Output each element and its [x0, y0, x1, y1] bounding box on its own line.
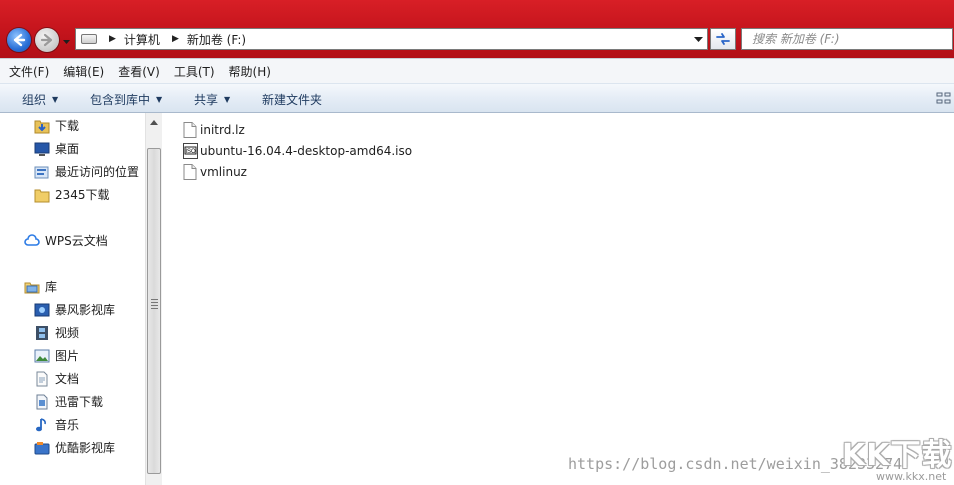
breadcrumb-separator-icon[interactable]: ▶ — [109, 34, 116, 44]
nav-label: 下载 — [55, 119, 80, 133]
menu-tools[interactable]: 工具(T) — [169, 63, 220, 80]
chevron-down-icon: ▼ — [156, 95, 163, 104]
file-icon — [183, 164, 197, 180]
refresh-button[interactable] — [710, 28, 736, 50]
nav-item-videos[interactable]: 视频 — [34, 322, 79, 343]
include-in-library-button[interactable]: 包含到库中 ▼ — [90, 91, 162, 108]
title-bar: ▶ 计算机 ▶ 新加卷 (F:) — [0, 0, 954, 58]
menu-bar: 文件(F) 编辑(E) 查看(V) 工具(T) 帮助(H) — [0, 58, 954, 83]
chevron-down-icon: ▼ — [52, 95, 59, 104]
nav-label: WPS云文档 — [45, 234, 108, 248]
nav-item-desktop[interactable]: 桌面 — [34, 138, 79, 159]
nav-item-libraries[interactable]: 库 — [24, 276, 57, 297]
file-icon — [183, 122, 197, 138]
nav-item-documents[interactable]: 文档 — [34, 368, 79, 389]
logo-text: KK下载 — [842, 438, 953, 473]
nav-label: 迅雷下载 — [55, 395, 104, 409]
file-name: ubuntu-16.04.4-desktop-amd64.iso — [200, 144, 413, 158]
share-label: 共享 — [194, 93, 219, 107]
recent-places-icon — [34, 164, 50, 180]
nav-item-wps-cloud[interactable]: WPS云文档 — [24, 230, 108, 251]
film-icon — [34, 325, 50, 341]
menu-help[interactable]: 帮助(H) — [224, 63, 276, 80]
breadcrumb-separator-icon[interactable]: ▶ — [172, 34, 179, 44]
nav-item-downloads[interactable]: 下载 — [34, 115, 79, 136]
xunlei-library-icon — [34, 394, 50, 410]
file-item-initrd[interactable]: initrd.lz — [183, 120, 245, 140]
forward-button[interactable] — [35, 28, 59, 52]
chevron-down-icon: ▼ — [224, 95, 231, 104]
nav-label: 库 — [45, 280, 58, 294]
new-folder-button[interactable]: 新建文件夹 — [262, 91, 322, 108]
include-in-library-label: 包含到库中 — [90, 93, 151, 107]
file-item-vmlinuz[interactable]: vmlinuz — [183, 162, 247, 182]
kk-download-logo: KK下载 www.kkx.net — [842, 430, 954, 485]
libraries-icon — [24, 279, 40, 295]
nav-label: 音乐 — [55, 418, 80, 432]
file-list: initrd.lz ISO ubuntu-16.04.4-desktop-amd… — [163, 113, 954, 485]
nav-item-recent-places[interactable]: 最近访问的位置 — [34, 161, 139, 182]
menu-view[interactable]: 查看(V) — [113, 63, 165, 80]
breadcrumb-drive[interactable]: 新加卷 (F:) — [187, 31, 246, 48]
share-button[interactable]: 共享 ▼ — [194, 91, 230, 108]
nav-item-pictures[interactable]: 图片 — [34, 345, 79, 366]
nav-item-2345-downloads[interactable]: 2345下载 — [34, 184, 110, 205]
nav-label: 2345下载 — [55, 188, 110, 202]
address-bar[interactable]: ▶ 计算机 ▶ 新加卷 (F:) — [75, 28, 708, 50]
organize-label: 组织 — [22, 93, 47, 107]
file-item-ubuntu-iso[interactable]: ISO ubuntu-16.04.4-desktop-amd64.iso — [183, 141, 412, 161]
nav-scrollbar[interactable] — [145, 113, 162, 485]
scroll-up-arrow-icon[interactable] — [150, 119, 158, 125]
cloud-icon — [24, 233, 40, 249]
svg-text:ISO: ISO — [185, 149, 196, 155]
youku-library-icon — [34, 440, 50, 456]
video-library-icon — [34, 302, 50, 318]
picture-icon — [34, 348, 50, 364]
organize-button[interactable]: 组织 ▼ — [22, 91, 58, 108]
folder-icon — [34, 187, 50, 203]
change-view-icon[interactable] — [936, 92, 952, 106]
downloads-folder-icon — [34, 118, 50, 134]
nav-label: 图片 — [55, 349, 80, 363]
navigation-pane: 下载 桌面 最近访问的位置 2345下载 WPS云文档 库 暴风影视库 视频 图… — [0, 113, 145, 485]
music-note-icon — [34, 417, 50, 433]
file-name: vmlinuz — [200, 165, 247, 179]
address-dropdown-icon[interactable] — [694, 36, 703, 43]
document-icon — [34, 371, 50, 387]
nav-item-xunlei-downloads[interactable]: 迅雷下载 — [34, 391, 103, 412]
back-button[interactable] — [7, 28, 31, 52]
drive-icon — [81, 34, 97, 44]
nav-label: 优酷影视库 — [55, 441, 116, 455]
search-input[interactable] — [742, 29, 942, 49]
arrow-left-icon — [13, 33, 26, 47]
nav-label: 视频 — [55, 326, 80, 340]
arrow-right-icon — [40, 33, 53, 47]
breadcrumb-computer[interactable]: 计算机 — [124, 31, 160, 48]
nav-label: 最近访问的位置 — [55, 165, 140, 179]
nav-item-music[interactable]: 音乐 — [34, 414, 79, 435]
recent-pages-dropdown-icon[interactable] — [62, 37, 71, 46]
command-bar: 组织 ▼ 包含到库中 ▼ 共享 ▼ 新建文件夹 — [0, 83, 954, 113]
nav-label: 桌面 — [55, 142, 80, 156]
desktop-icon — [34, 141, 50, 157]
menu-edit[interactable]: 编辑(E) — [58, 63, 109, 80]
new-folder-label: 新建文件夹 — [262, 93, 323, 107]
menu-file[interactable]: 文件(F) — [4, 63, 54, 80]
nav-label: 文档 — [55, 372, 80, 386]
logo-site: www.kkx.net — [876, 470, 947, 483]
grip-icon — [151, 299, 158, 309]
file-name: initrd.lz — [200, 123, 245, 137]
refresh-icon — [716, 33, 730, 45]
scroll-thumb[interactable] — [147, 148, 161, 474]
nav-item-baofeng-library[interactable]: 暴风影视库 — [34, 299, 115, 320]
iso-icon: ISO — [183, 143, 198, 159]
nav-item-youku-library[interactable]: 优酷影视库 — [34, 437, 115, 458]
nav-label: 暴风影视库 — [55, 303, 116, 317]
search-box[interactable] — [741, 28, 953, 50]
